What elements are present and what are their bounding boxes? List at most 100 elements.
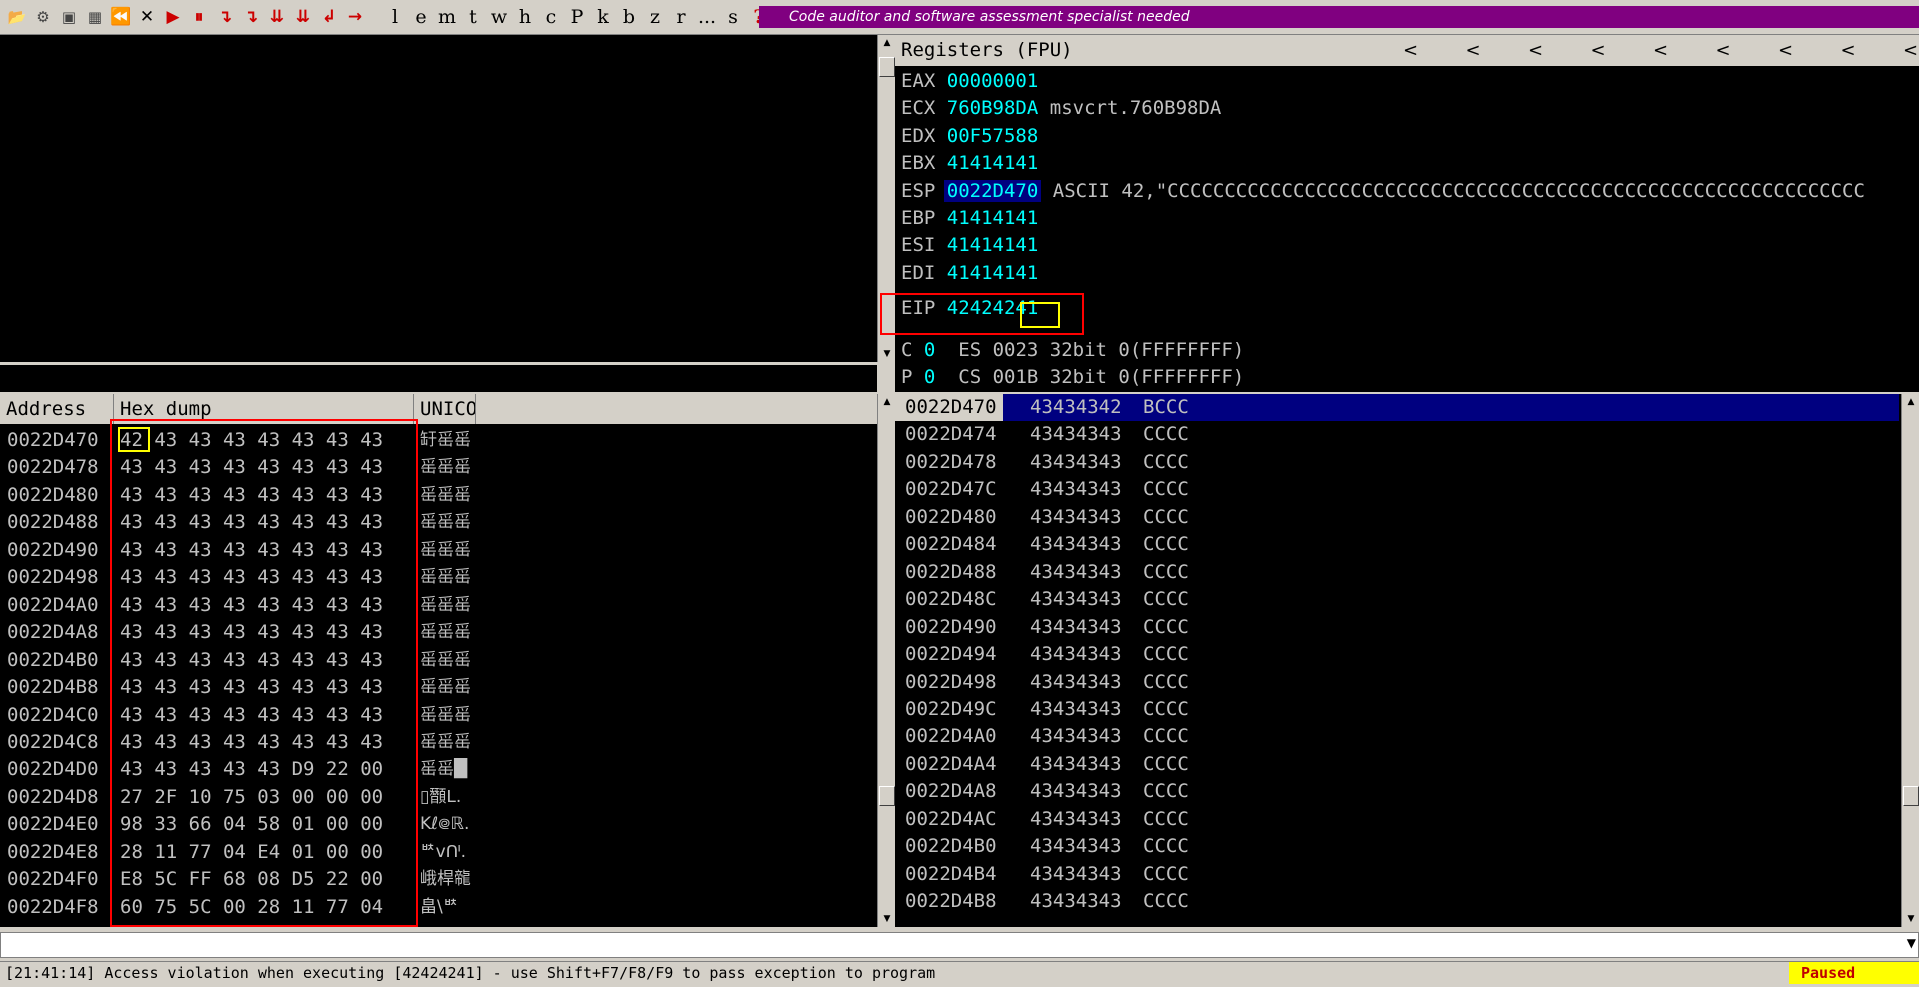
table-row[interactable]: 0022D4B8 43434343 CCCC <box>895 888 1899 915</box>
register-value[interactable]: 00F57588 <box>947 125 1039 147</box>
table-row[interactable]: 0022D4E0 98 33 66 04 58 01 00 00 Kℓ᪤ℝ. <box>0 811 877 838</box>
goto-icon[interactable]: → <box>344 4 366 30</box>
chevron-left-icon[interactable]: < <box>1903 35 1918 66</box>
table-row[interactable]: 0022D4B0 43 43 43 43 43 43 43 43 䍃䍃䍃 <box>0 647 877 674</box>
table-row[interactable]: 0022D4A0 43434343 CCCC <box>895 723 1899 750</box>
flag-value[interactable]: 0 <box>924 339 935 361</box>
scroll-down-icon[interactable]: ▼ <box>878 911 896 927</box>
table-row[interactable]: 0022D4B0 43434343 CCCC <box>895 833 1899 860</box>
table-row[interactable]: 0022D470 43434342 BCCC <box>895 394 1899 421</box>
chevron-down-icon[interactable]: ▼ <box>1907 936 1916 950</box>
table-row[interactable]: 0022D474 43434343 CCCC <box>895 421 1899 448</box>
table-row[interactable]: 0022D4C0 43 43 43 43 43 43 43 43 䍃䍃䍃 <box>0 702 877 729</box>
chevron-left-icon[interactable]: < <box>1778 35 1793 66</box>
scroll-down-icon[interactable]: ▼ <box>878 346 896 362</box>
table-row[interactable]: 0022D48C 43434343 CCCC <box>895 586 1899 613</box>
table-row[interactable]: 0022D494 43434343 CCCC <box>895 641 1899 668</box>
toolbar-window-button[interactable]: c <box>540 4 562 30</box>
toolbar-window-button[interactable]: m <box>436 4 458 30</box>
register-value[interactable]: 760B98DA <box>947 97 1039 119</box>
stack-pane[interactable]: 0022D470 43434342 BCCC 0022D474 43434343 CCCC… <box>895 394 1919 927</box>
toolbar-window-button[interactable]: l <box>384 4 406 30</box>
table-row[interactable]: 0022D478 43434343 CCCC <box>895 449 1899 476</box>
ad-banner[interactable]: Code auditor and software assessment spe… <box>759 6 1919 28</box>
scroll-down-icon[interactable]: ▼ <box>1902 911 1919 927</box>
register-value[interactable]: 41414141 <box>947 207 1039 229</box>
register-value[interactable]: 00000001 <box>947 70 1039 92</box>
register-value[interactable]: 41414141 <box>947 262 1039 284</box>
patch-icon[interactable]: ▦ <box>84 4 106 30</box>
scroll-thumb[interactable] <box>1903 786 1919 806</box>
disassembly-scrollbar[interactable]: ▲ ▼ <box>877 35 896 362</box>
table-row[interactable]: 0022D4F8 60 75 5C 00 28 11 77 04 畠\ᄨ <box>0 894 877 921</box>
window-icon[interactable]: ▣ <box>58 4 80 30</box>
toolbar-window-button[interactable]: b <box>618 4 640 30</box>
table-row[interactable]: 0022D478 43 43 43 43 43 43 43 43 䍃䍃䍃 <box>0 454 877 481</box>
table-row[interactable]: 0022D4A4 43434343 CCCC <box>895 751 1899 778</box>
toolbar-window-button[interactable]: t <box>462 4 484 30</box>
flag-value[interactable]: 0 <box>924 366 935 388</box>
table-row[interactable]: 0022D488 43 43 43 43 43 43 43 43 䍃䍃䍃 <box>0 509 877 536</box>
stack-scrollbar[interactable]: ▲ ▼ <box>1901 394 1919 927</box>
toolbar-window-button[interactable]: s <box>722 4 744 30</box>
trace-over-icon[interactable]: ⇊ <box>292 4 314 30</box>
disassembly-pane[interactable] <box>0 35 877 362</box>
table-row[interactable]: 0022D4B4 43434343 CCCC <box>895 861 1899 888</box>
chevron-left-icon[interactable]: < <box>1403 35 1418 66</box>
chevron-left-icon[interactable]: < <box>1466 35 1481 66</box>
table-row[interactable]: 0022D4AC 43434343 CCCC <box>895 806 1899 833</box>
attach-icon[interactable]: ⚙ <box>32 4 54 30</box>
scroll-thumb[interactable] <box>879 786 895 806</box>
table-row[interactable]: 0022D4A8 43 43 43 43 43 43 43 43 䍃䍃䍃 <box>0 619 877 646</box>
toolbar-window-button[interactable]: k <box>592 4 614 30</box>
table-row[interactable]: 0022D49C 43434343 CCCC <box>895 696 1899 723</box>
step-over-icon[interactable]: ↴ <box>240 4 262 30</box>
hex-dump-pane[interactable]: Address Hex dump UNICO 0022D470 42 43 43 … <box>0 394 877 927</box>
close-icon[interactable]: ✕ <box>136 4 158 30</box>
rewind-icon[interactable]: ⏪ <box>110 4 132 30</box>
table-row[interactable]: 0022D4E8 28 11 77 04 E4 01 00 00 ᄨᴠᑨ. <box>0 839 877 866</box>
toolbar-window-button[interactable]: ... <box>696 4 718 30</box>
scroll-up-icon[interactable]: ▲ <box>878 35 896 51</box>
register-value[interactable]: 41414141 <box>947 234 1039 256</box>
column-header-hex[interactable]: Hex dump <box>114 394 414 424</box>
chevron-left-icon[interactable]: < <box>1591 35 1606 66</box>
register-value[interactable]: 42424241 <box>947 297 1039 319</box>
registers-pane[interactable]: Registers (FPU) < < < < < < < < < EAX 00000001 EC… <box>895 35 1919 392</box>
column-header-unicode[interactable]: UNICO <box>414 394 476 424</box>
open-icon[interactable]: 📂 <box>6 4 28 30</box>
table-row[interactable]: 0022D4A8 43434343 CCCC <box>895 778 1899 805</box>
table-row[interactable]: 0022D498 43 43 43 43 43 43 43 43 䍃䍃䍃 <box>0 564 877 591</box>
run-icon[interactable]: ▶ <box>162 4 184 30</box>
toolbar-window-button[interactable]: P <box>566 4 588 30</box>
toolbar-window-button[interactable]: r <box>670 4 692 30</box>
registers-header[interactable]: Registers (FPU) < < < < < < < < < <box>895 35 1919 66</box>
toolbar-window-button[interactable]: z <box>644 4 666 30</box>
table-row[interactable]: 0022D4B8 43 43 43 43 43 43 43 43 䍃䍃䍃 <box>0 674 877 701</box>
table-row[interactable]: 0022D480 43 43 43 43 43 43 43 43 䍃䍃䍃 <box>0 482 877 509</box>
register-value[interactable]: 0022D470 <box>943 179 1042 202</box>
dump-scrollbar[interactable]: ▲ ▼ <box>877 394 896 927</box>
table-row[interactable]: 0022D498 43434343 CCCC <box>895 669 1899 696</box>
scroll-up-icon[interactable]: ▲ <box>878 394 896 410</box>
column-header-address[interactable]: Address <box>0 394 114 424</box>
table-row[interactable]: 0022D4D8 27 2F 10 75 03 00 00 00 ▯䫬ᒪ. <box>0 784 877 811</box>
register-value[interactable]: 41414141 <box>947 152 1039 174</box>
execute-till-return-icon[interactable]: ↲ <box>318 4 340 30</box>
table-row[interactable]: 0022D488 43434343 CCCC <box>895 559 1899 586</box>
toolbar-window-button[interactable]: e <box>410 4 432 30</box>
table-row[interactable]: 0022D484 43434343 CCCC <box>895 531 1899 558</box>
toolbar-window-button[interactable]: w <box>488 4 510 30</box>
table-row[interactable]: 0022D480 43434343 CCCC <box>895 504 1899 531</box>
table-row[interactable]: 0022D4D0 43 43 43 43 43 D9 22 00 䍃䍃█ <box>0 756 877 783</box>
scroll-up-icon[interactable]: ▲ <box>1902 394 1919 410</box>
toolbar-window-button[interactable]: h <box>514 4 536 30</box>
scroll-thumb[interactable] <box>879 57 895 77</box>
pause-icon[interactable]: ⏸ <box>188 4 210 30</box>
table-row[interactable]: 0022D470 42 43 43 43 43 43 43 43 䍂䍃䍃 <box>0 427 877 454</box>
chevron-left-icon[interactable]: < <box>1716 35 1731 66</box>
table-row[interactable]: 0022D490 43 43 43 43 43 43 43 43 䍃䍃䍃 <box>0 537 877 564</box>
table-row[interactable]: 0022D47C 43434343 CCCC <box>895 476 1899 503</box>
command-line-input[interactable]: ▼ <box>0 932 1919 958</box>
trace-into-icon[interactable]: ⇊ <box>266 4 288 30</box>
